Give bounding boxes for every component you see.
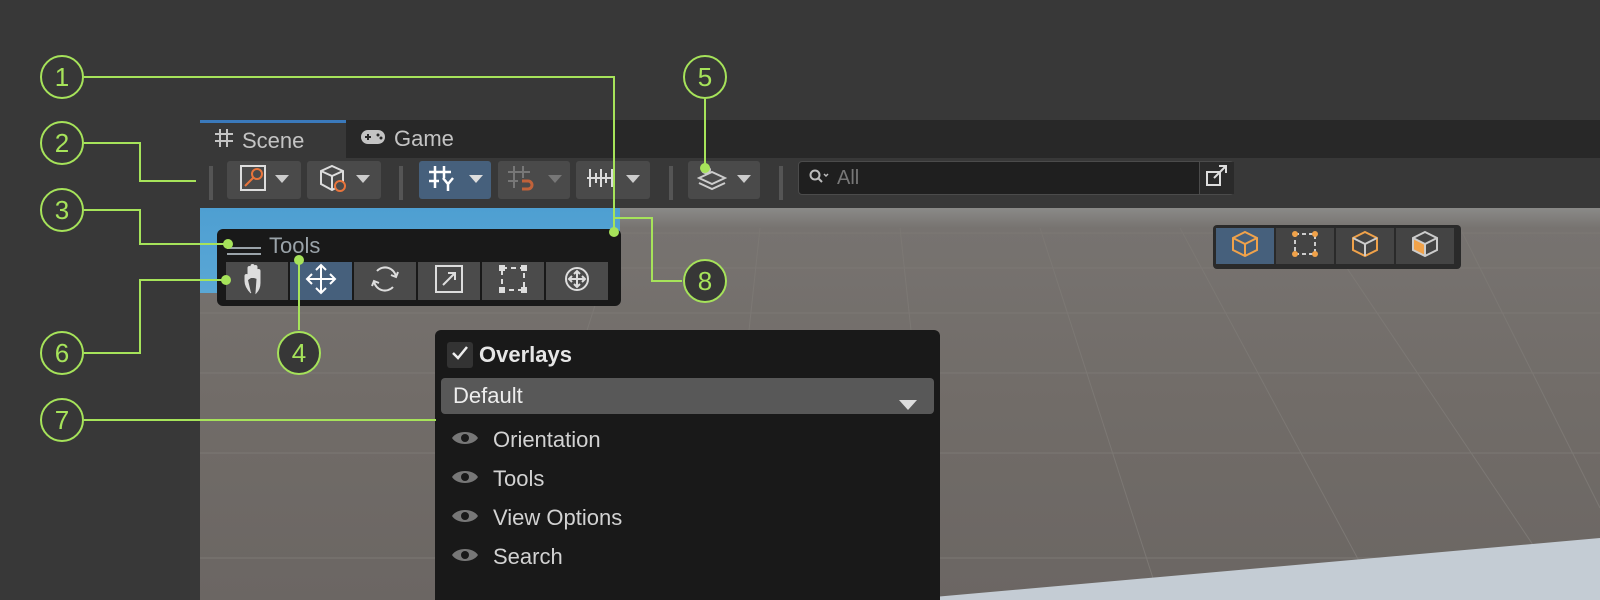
tab-label: Scene	[242, 127, 305, 153]
snap-magnet-icon	[506, 164, 536, 197]
move-icon	[305, 263, 337, 300]
shaded-button[interactable]	[1396, 228, 1454, 264]
search-icon	[809, 167, 829, 190]
draw-mode-button[interactable]	[227, 161, 301, 199]
scene-toolbar: All	[200, 158, 1600, 208]
overlay-item-tools[interactable]: Tools	[451, 463, 544, 495]
overlays-menu: Overlays Default Orientation Tools View …	[435, 330, 940, 600]
increment-snap-button[interactable]	[498, 161, 570, 199]
toolbar-handle[interactable]	[399, 166, 403, 200]
rotate-tool-button[interactable]	[354, 262, 416, 300]
overlay-preset-dropdown[interactable]: Default	[441, 378, 934, 414]
layers-icon	[696, 164, 728, 197]
eye-icon[interactable]	[451, 505, 479, 531]
cube-icon	[318, 163, 348, 198]
chevron-down-icon	[899, 391, 917, 417]
callout-7: 7	[40, 398, 84, 442]
grid-snap-button[interactable]	[419, 161, 491, 199]
rotate-icon	[369, 263, 401, 300]
expand-button[interactable]	[1199, 162, 1234, 194]
scale-tool-button[interactable]	[418, 262, 480, 300]
rect-tool-button[interactable]	[482, 262, 544, 300]
ruler-icon	[586, 165, 616, 196]
chevron-down-icon	[356, 171, 370, 189]
transform-icon	[561, 263, 593, 300]
hand-icon	[242, 263, 272, 300]
scale-icon	[434, 264, 464, 299]
tab-bar: Scene Game	[200, 120, 1600, 158]
search-placeholder: All	[837, 166, 860, 189]
overlay-item-label: Search	[493, 544, 563, 569]
callout-6: 6	[40, 331, 84, 375]
hand-tool-button[interactable]	[226, 262, 288, 300]
tab-game[interactable]: Game	[346, 120, 486, 158]
layers-button[interactable]	[688, 161, 760, 199]
toolbar-handle[interactable]	[669, 166, 673, 200]
overlay-item-search[interactable]: Search	[451, 541, 563, 573]
preset-value: Default	[453, 383, 523, 408]
cube-icon	[1230, 229, 1260, 264]
eye-icon[interactable]	[451, 427, 479, 453]
grid-hash-icon	[214, 128, 234, 154]
overlay-item-orientation[interactable]: Orientation	[451, 424, 601, 456]
scene-visibility-button[interactable]	[307, 161, 381, 199]
cube-shaded-icon	[1410, 229, 1440, 264]
eye-icon[interactable]	[451, 544, 479, 570]
tab-label: Game	[394, 126, 454, 151]
tools-overlay: Tools	[217, 229, 621, 306]
chevron-down-icon	[275, 171, 289, 189]
transform-tool-button[interactable]	[546, 262, 608, 300]
expand-icon	[1206, 164, 1228, 192]
toolbar-handle[interactable]	[209, 166, 213, 200]
callout-2: 2	[40, 121, 84, 165]
search-field[interactable]: All	[798, 161, 1234, 195]
callout-8: 8	[683, 259, 727, 303]
chevron-down-icon	[548, 171, 562, 189]
tab-scene[interactable]: Scene	[200, 120, 346, 158]
overlays-checkbox[interactable]	[447, 342, 473, 368]
chevron-down-icon	[626, 171, 640, 189]
grid-y-icon	[427, 164, 457, 197]
callout-1: 1	[40, 55, 84, 99]
chevron-down-icon	[737, 171, 751, 189]
wireframe-button[interactable]	[1336, 228, 1394, 264]
orientation-overlay	[1213, 225, 1461, 269]
overlay-item-view-options[interactable]: View Options	[451, 502, 622, 534]
move-tool-button[interactable]	[290, 262, 352, 300]
rect-icon	[1290, 229, 1320, 264]
cube-outline-icon	[1350, 229, 1380, 264]
draw-mode-icon	[239, 164, 267, 197]
overlay-item-label: View Options	[493, 505, 623, 530]
toolbar-handle[interactable]	[779, 166, 783, 200]
gamepad-icon	[360, 126, 386, 152]
chevron-down-icon	[469, 171, 483, 189]
callout-5: 5	[683, 55, 727, 99]
overlays-title: Overlays	[479, 342, 572, 367]
rect-view-button[interactable]	[1276, 228, 1334, 264]
perspective-button[interactable]	[1216, 228, 1274, 264]
overlay-item-label: Tools	[493, 466, 545, 491]
rect-icon	[498, 264, 528, 299]
eye-icon[interactable]	[451, 466, 479, 492]
drag-handle-icon[interactable]	[227, 243, 261, 261]
tools-title: Tools	[269, 233, 321, 258]
callout-4: 4	[277, 331, 321, 375]
checkmark-icon	[451, 345, 469, 366]
overlay-item-label: Orientation	[493, 427, 601, 452]
callout-3: 3	[40, 188, 84, 232]
ruler-button[interactable]	[576, 161, 650, 199]
